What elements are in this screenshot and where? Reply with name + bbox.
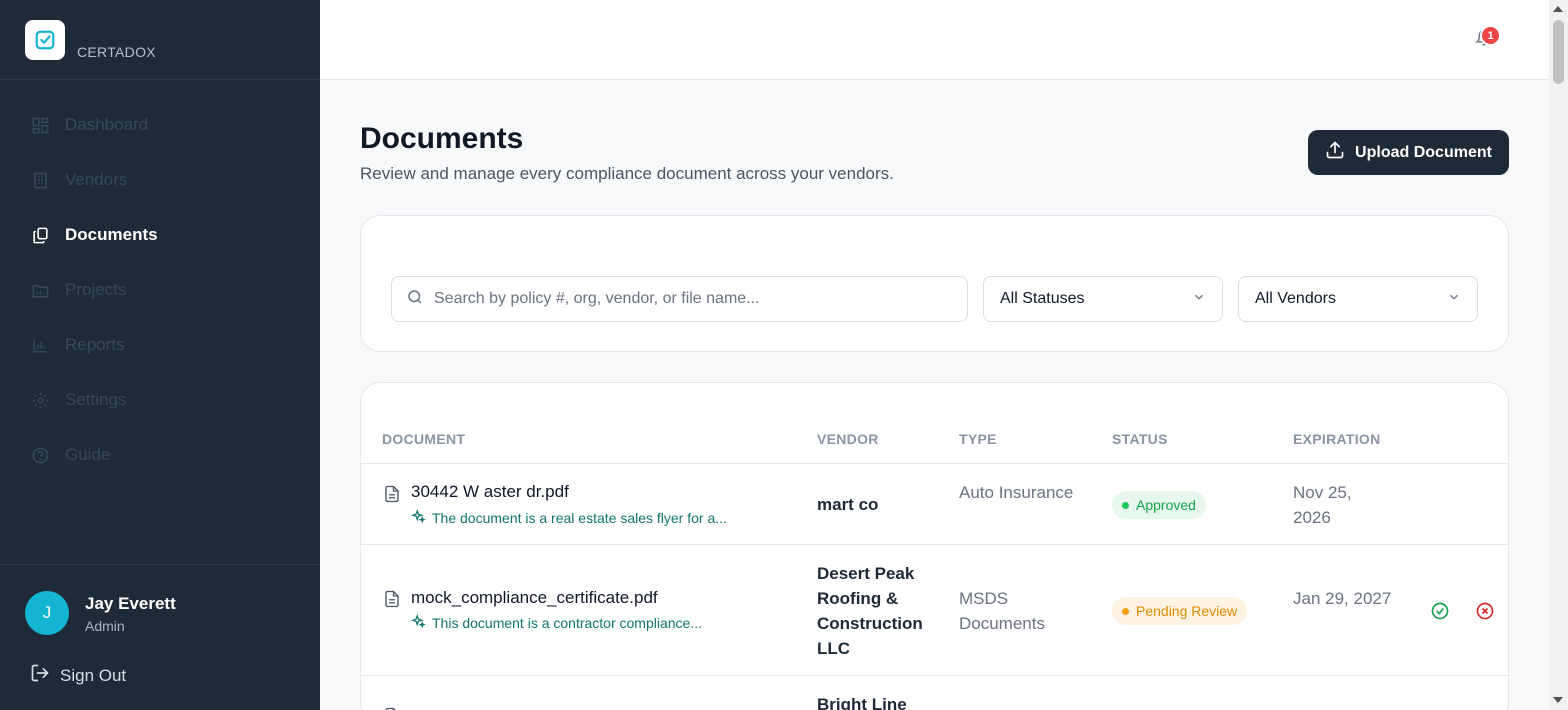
approve-check-icon[interactable] — [1430, 601, 1450, 621]
upload-document-button[interactable]: Upload Document — [1308, 130, 1509, 175]
sign-out-icon — [30, 663, 50, 688]
column-header-type[interactable]: TYPE — [959, 431, 997, 447]
filter-card: All Statuses All Vendors — [360, 215, 1509, 352]
notification-count-badge: 1 — [1480, 25, 1501, 46]
table-row[interactable]: 30442 W aster dr.pdf The document is a r… — [361, 464, 1508, 545]
expiration-date: Nov 25, 2026 — [1293, 483, 1352, 527]
documents-table: DOCUMENT VENDOR TYPE STATUS EXPIRATION 3… — [360, 382, 1509, 710]
file-text-icon — [383, 706, 401, 710]
page-scrollbar[interactable] — [1549, 0, 1568, 710]
document-name-link[interactable]: 30442 W aster dr.pdf — [411, 482, 569, 502]
building-icon — [30, 170, 50, 190]
file-text-icon — [383, 484, 401, 504]
sidebar-item-dashboard[interactable]: Dashboard — [0, 98, 320, 152]
expiration-date: Jan 29, 2027 — [1293, 589, 1392, 608]
sidebar-item-label: Vendors — [65, 170, 128, 189]
sign-out-button[interactable]: Sign Out — [30, 663, 126, 688]
chevron-down-icon — [1192, 290, 1206, 309]
upload-document-label: Upload Document — [1355, 143, 1492, 161]
search-icon — [406, 288, 424, 311]
sidebar-item-projects[interactable]: Projects — [0, 263, 320, 317]
sidebar-item-documents[interactable]: Documents — [0, 208, 320, 262]
avatar[interactable]: J — [25, 591, 69, 635]
brand-header: CERTADOX — [0, 0, 320, 80]
search-box — [391, 276, 968, 322]
ai-summary-text: This document is a contractor compliance… — [432, 615, 703, 631]
help-circle-icon — [30, 445, 50, 465]
vendor-name: mart co — [817, 495, 879, 514]
table-row[interactable]: Bright Line — [361, 676, 1508, 710]
documents-icon — [30, 225, 50, 245]
document-type: Auto Insurance — [959, 483, 1074, 502]
sidebar-item-settings[interactable]: Settings — [0, 373, 320, 427]
status-dot — [1122, 607, 1129, 615]
sidebar: CERTADOX Dashboard Vendors Documents Pro… — [0, 0, 320, 710]
sidebar-item-reports[interactable]: Reports — [0, 318, 320, 372]
sidebar-item-label: Documents — [65, 225, 158, 244]
folder-chart-icon — [30, 280, 50, 300]
scroll-up-arrow-icon[interactable] — [1553, 6, 1563, 12]
vendor-name: Bright Line — [817, 695, 907, 710]
upload-icon — [1325, 140, 1345, 165]
sidebar-item-guide[interactable]: Guide — [0, 428, 320, 482]
vendor-name: Desert Peak Roofing & Construction LLC — [817, 564, 923, 658]
sidebar-item-label: Guide — [65, 445, 111, 464]
page-title: Documents — [360, 122, 524, 155]
certadox-logo[interactable] — [25, 20, 65, 60]
bar-chart-icon — [30, 335, 50, 355]
table-row[interactable]: mock_compliance_certificate.pdf This doc… — [361, 545, 1508, 676]
column-header-expiration[interactable]: EXPIRATION — [1293, 431, 1381, 447]
status-badge: Pending Review — [1112, 597, 1248, 625]
gear-icon — [30, 390, 50, 410]
document-type: MSDS Documents — [959, 589, 1045, 633]
top-bar: 1 — [320, 0, 1549, 80]
vendor-filter-select[interactable]: All Vendors — [1238, 276, 1478, 322]
page-subtitle: Review and manage every compliance docum… — [360, 164, 894, 183]
column-header-vendor[interactable]: VENDOR — [817, 431, 879, 447]
status-text: Approved — [1136, 497, 1196, 513]
status-text: Pending Review — [1136, 603, 1238, 619]
sparkles-icon — [410, 613, 426, 632]
ai-summary-text: The document is a real estate sales flye… — [432, 510, 727, 526]
search-input[interactable] — [434, 290, 934, 308]
ai-summary: This document is a contractor compliance… — [410, 613, 703, 632]
scroll-down-arrow-icon[interactable] — [1553, 697, 1563, 703]
sidebar-item-vendors[interactable]: Vendors — [0, 153, 320, 207]
sparkles-icon — [410, 508, 426, 527]
sign-out-label: Sign Out — [60, 665, 127, 685]
brand-name: CERTADOX — [77, 44, 156, 60]
chevron-down-icon — [1447, 290, 1461, 309]
column-header-status[interactable]: STATUS — [1112, 431, 1168, 447]
scrollbar-thumb[interactable] — [1553, 20, 1564, 84]
document-name-link[interactable]: mock_compliance_certificate.pdf — [411, 588, 658, 608]
user-name: Jay Everett — [85, 594, 176, 613]
status-filter-value: All Statuses — [1000, 290, 1085, 307]
user-role: Admin — [85, 618, 125, 634]
sidebar-item-label: Dashboard — [65, 115, 149, 134]
ai-summary: The document is a real estate sales flye… — [410, 508, 727, 527]
status-dot — [1122, 501, 1129, 509]
status-filter-select[interactable]: All Statuses — [983, 276, 1223, 322]
vendor-filter-value: All Vendors — [1255, 290, 1336, 307]
column-header-document[interactable]: DOCUMENT — [382, 431, 465, 447]
reject-x-icon[interactable] — [1475, 601, 1495, 621]
sidebar-item-label: Settings — [65, 390, 127, 409]
user-panel: J Jay Everett Admin Sign Out — [0, 564, 320, 710]
status-badge: Approved — [1112, 491, 1206, 519]
sidebar-item-label: Reports — [65, 335, 125, 354]
file-text-icon — [383, 589, 401, 609]
dashboard-icon — [30, 115, 50, 135]
sidebar-item-label: Projects — [65, 280, 127, 299]
